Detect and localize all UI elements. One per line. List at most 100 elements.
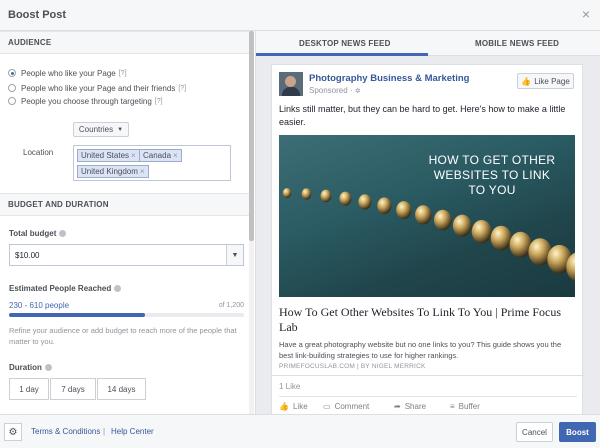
reach-label: Estimated People Reached (9, 284, 122, 293)
chain-bead (339, 191, 352, 206)
comment-action-label: Comment (334, 402, 370, 411)
footer-separator: | (103, 427, 106, 436)
location-tag-label: United States (81, 151, 130, 160)
audience-option-label: People you choose through targeting (21, 96, 152, 106)
help-link[interactable]: [?] (178, 85, 186, 92)
remove-icon[interactable]: × (140, 167, 145, 176)
reach-progress-fill (9, 313, 146, 317)
help-center-link[interactable]: Help Center (111, 427, 154, 436)
page-name[interactable]: Photography Business & Marketing (309, 73, 469, 84)
divider (279, 396, 577, 397)
link-description: Have a great photography website but no … (279, 340, 562, 360)
chain-bead (490, 225, 512, 251)
budget-section-header: BUDGET AND DURATION (0, 193, 249, 216)
help-link[interactable]: [?] (155, 98, 163, 105)
info-icon[interactable] (114, 285, 122, 292)
thumbs-up-icon: 👍 (279, 402, 289, 411)
globe-icon: ✲ (354, 88, 361, 95)
audience-option-label: People who like your Page (21, 68, 116, 78)
chain-bead (415, 205, 432, 225)
duration-14-days-button[interactable]: 14 days (97, 378, 146, 400)
reach-label-text: Estimated People Reached (9, 284, 112, 293)
scrollbar[interactable] (249, 31, 254, 414)
sponsored-text: Sponsored (309, 86, 348, 95)
audience-option-targeting[interactable]: People you choose through targeting [?] (8, 95, 163, 107)
chain-bead (471, 220, 492, 244)
link-source: PRIMEFOCUSLAB.COM | BY NIGEL MERRICK (279, 363, 426, 370)
tab-desktop-news-feed[interactable]: DESKTOP NEWS FEED (299, 39, 391, 48)
share-action[interactable]: ➦ Share (394, 402, 426, 411)
close-icon[interactable]: × (582, 6, 590, 22)
link-title[interactable]: How To Get Other Websites To Link To You… (279, 305, 569, 335)
chain-bead (452, 214, 472, 237)
help-link[interactable]: [?] (119, 70, 127, 77)
chain-bead (509, 231, 532, 258)
like-page-button[interactable]: 👍 Like Page (517, 73, 574, 89)
chain-bead (282, 188, 292, 198)
chain-bead (433, 209, 452, 231)
share-icon: ➦ (394, 402, 401, 411)
scrollbar-thumb[interactable] (249, 31, 254, 241)
duration-label: Duration (9, 363, 52, 372)
comment-icon: ▭ (323, 402, 331, 411)
settings-panel: AUDIENCE People who like your Page [?] P… (0, 31, 256, 414)
audience-option-page-likers-friends[interactable]: People who like your Page and their frie… (8, 82, 186, 94)
like-count[interactable]: 1 Like (279, 382, 300, 391)
budget-value: $10.00 (15, 251, 40, 260)
duration-label-text: Duration (9, 363, 42, 372)
countries-dropdown-label: Countries (78, 125, 114, 134)
chain-bead (358, 194, 372, 210)
radio-button[interactable] (8, 69, 16, 77)
caret-down-icon[interactable]: ▼ (226, 245, 243, 265)
preview-tabs: DESKTOP NEWS FEED MOBILE NEWS FEED (256, 31, 600, 56)
audience-option-label: People who like your Page and their frie… (21, 83, 176, 93)
like-action[interactable]: 👍 Like (279, 402, 308, 411)
post-text: Links still matter, but they can be hard… (279, 104, 566, 127)
location-label: Location (23, 148, 54, 157)
thumbs-up-icon: 👍 (521, 76, 532, 86)
cancel-button[interactable]: Cancel (516, 422, 553, 442)
share-action-label: Share (404, 402, 427, 411)
countries-dropdown[interactable]: Countries ▼ (73, 122, 129, 137)
buffer-action-label: Buffer (458, 402, 480, 411)
dialog-title: Boost Post (8, 9, 67, 21)
audience-option-page-likers[interactable]: People who like your Page [?] (8, 67, 127, 79)
reach-value: 230 - 610 people (9, 301, 70, 310)
remove-icon[interactable]: × (131, 151, 136, 160)
buffer-action[interactable]: ≡ Buffer (450, 402, 480, 411)
gear-icon[interactable]: ⚙ (4, 423, 22, 441)
duration-1-day-button[interactable]: 1 day (9, 378, 49, 400)
comment-action[interactable]: ▭ Comment (323, 402, 369, 411)
buffer-icon: ≡ (450, 402, 455, 411)
page-avatar[interactable] (279, 72, 303, 96)
chain-bead (377, 197, 392, 215)
chain-bead (396, 201, 412, 220)
terms-link[interactable]: Terms & Conditions (31, 427, 100, 436)
location-tag: United Kingdom × (77, 165, 149, 178)
budget-select[interactable]: $10.00 ▼ (9, 244, 244, 266)
image-headline: HOW TO GET OTHER WEBSITES TO LINK TO YOU (428, 153, 556, 197)
dialog-header: Boost Post × (0, 0, 600, 31)
location-tag-label: United Kingdom (81, 167, 138, 176)
tab-mobile-news-feed[interactable]: MOBILE NEWS FEED (475, 39, 559, 48)
total-budget-label: Total budget (9, 229, 67, 238)
location-input[interactable]: United States × Canada × United Kingdom … (73, 145, 231, 181)
location-tag: United States × (77, 149, 140, 162)
post-image[interactable]: HOW TO GET OTHER WEBSITES TO LINK TO YOU (279, 135, 575, 297)
duration-7-days-button[interactable]: 7 days (50, 378, 96, 400)
reach-total: of 1,200 (218, 302, 244, 309)
divider (272, 375, 584, 376)
boost-button[interactable]: Boost (559, 422, 596, 442)
total-budget-text: Total budget (9, 229, 57, 238)
like-page-label: Like Page (534, 76, 570, 86)
post-preview: Photography Business & Marketing Sponsor… (256, 56, 600, 414)
info-icon[interactable] (44, 364, 52, 371)
sponsored-label: Sponsored · ✲ (309, 86, 361, 95)
radio-button[interactable] (8, 97, 16, 105)
remove-icon[interactable]: × (173, 151, 178, 160)
radio-button[interactable] (8, 84, 16, 92)
info-icon[interactable] (59, 230, 67, 237)
budget-heading: BUDGET AND DURATION (8, 200, 109, 209)
audience-heading: AUDIENCE (8, 38, 52, 47)
audience-section-header: AUDIENCE (0, 31, 249, 54)
